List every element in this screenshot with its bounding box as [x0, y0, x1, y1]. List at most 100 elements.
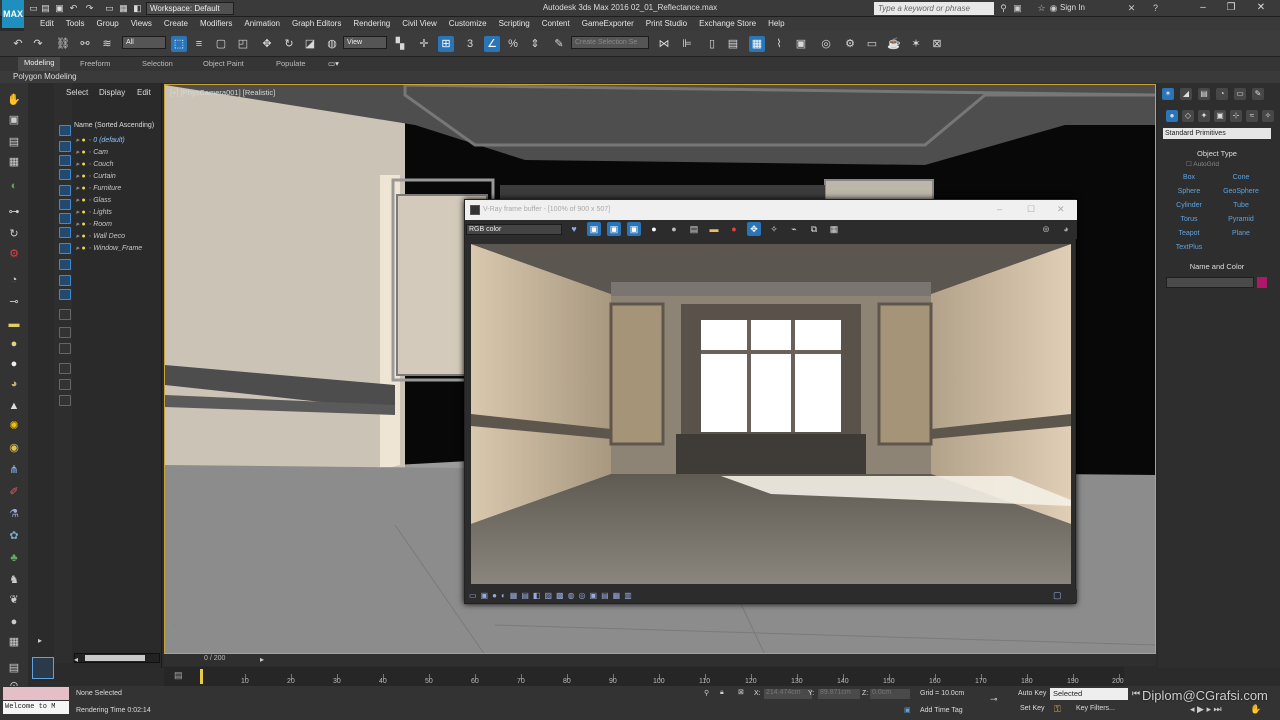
set-key-button[interactable]: Set Key — [1020, 705, 1045, 712]
sphere-button[interactable]: Sphere — [1164, 188, 1214, 195]
subscription-icon[interactable]: ▣ — [1012, 3, 1023, 13]
xrefs-filter-icon[interactable] — [59, 259, 71, 270]
plane-button[interactable]: Plane — [1216, 230, 1266, 237]
set-key-icon[interactable]: ⚿ — [1054, 704, 1061, 715]
material-editor-icon[interactable]: ◎ — [818, 36, 834, 52]
layer-explorer-toggle[interactable] — [32, 657, 54, 679]
helpers-icon[interactable]: ⊹ — [1230, 110, 1242, 122]
scene-explorer-toggle-icon[interactable]: ▦ — [749, 36, 765, 52]
copy-to-max-icon[interactable]: ⧉ — [807, 222, 821, 236]
sun-icon[interactable]: ✺ — [7, 419, 21, 433]
named-selection-dropdown[interactable]: Create Selection Se — [571, 36, 649, 49]
scrollbar-thumb[interactable] — [85, 655, 145, 661]
hierarchy-tab-icon[interactable]: ▤ — [1198, 88, 1210, 100]
exchange-icon[interactable]: ✕ — [1126, 3, 1137, 13]
viewport-nav-icon[interactable]: ✋ — [1250, 704, 1261, 715]
select-none-icon[interactable] — [59, 327, 71, 338]
absolute-mode-icon[interactable]: ⊠ — [738, 688, 744, 696]
minimize-icon[interactable]: – — [1196, 2, 1210, 14]
stop-render-icon[interactable]: ● — [727, 222, 741, 236]
workspace-dropdown[interactable]: Workspace: Default — [146, 2, 234, 15]
hierarchy-icon[interactable]: ▤ — [7, 135, 21, 149]
script-icon[interactable]: ▤ — [7, 661, 21, 675]
menu-customize[interactable]: Customize — [443, 17, 493, 31]
geometry-icon[interactable]: ● — [1166, 110, 1178, 122]
percent-snap-icon[interactable]: % — [505, 36, 521, 52]
menu-civil-view[interactable]: Civil View — [396, 17, 443, 31]
light-icon[interactable]: ◔ — [7, 273, 21, 287]
cone-icon[interactable]: ▲ — [7, 399, 21, 413]
object-color-swatch[interactable] — [1257, 277, 1267, 288]
menu-exchange-store[interactable]: Exchange Store — [693, 17, 762, 31]
render-production-icon[interactable]: ☕ — [886, 36, 902, 52]
menu-help[interactable]: Help — [762, 17, 790, 31]
keyboard-shortcut-icon[interactable]: ⊞ — [438, 36, 454, 52]
menu-views[interactable]: Views — [125, 17, 158, 31]
rendered-image[interactable] — [471, 244, 1071, 584]
brush-icon[interactable]: ✐ — [7, 485, 21, 499]
x-coordinate-field[interactable]: 214.474cm — [764, 689, 812, 699]
menu-tools[interactable]: Tools — [60, 17, 91, 31]
search-input[interactable]: Type a keyword or phrase — [874, 2, 994, 15]
angle-snap-icon[interactable]: ∠ — [484, 36, 500, 52]
key-mode-icon[interactable]: ⊸ — [990, 694, 998, 705]
menu-scripting[interactable]: Scripting — [493, 17, 536, 31]
scale-icon[interactable]: ◪ — [302, 36, 318, 52]
box-button[interactable]: Box — [1164, 174, 1214, 181]
add-time-tag[interactable]: Add Time Tag — [920, 707, 963, 714]
lights-filter-icon[interactable] — [59, 185, 71, 196]
teapot-icon[interactable]: ◕ — [7, 377, 21, 391]
tab-selection[interactable]: Selection — [142, 59, 173, 68]
select-manipulate-icon[interactable]: ✛ — [416, 36, 432, 52]
key-filters-button[interactable]: Key Filters... — [1076, 705, 1115, 712]
auto-key-button[interactable]: Auto Key — [1018, 690, 1046, 697]
object-type-header[interactable]: Object Type — [1163, 149, 1271, 159]
lock-selection-icon[interactable]: 🔒︎ — [720, 689, 724, 697]
layer-row[interactable]: ▸ ● ◦ Furniture — [76, 184, 162, 196]
create-panel-icon[interactable]: ✋ — [7, 93, 21, 107]
blue-channel-icon[interactable]: ▣ — [627, 222, 641, 236]
layer-row[interactable]: ▸ ● ◦ Room — [76, 220, 162, 232]
layer-row[interactable]: ▸ ● ◦ 0 (default) — [76, 136, 162, 148]
rotate-icon[interactable]: ↻ — [281, 36, 297, 52]
white-sphere-icon[interactable]: ● — [7, 357, 21, 371]
track-mouse-icon[interactable]: ✧ — [767, 222, 781, 236]
menu-content[interactable]: Content — [536, 17, 576, 31]
fire-icon[interactable]: ❦ — [7, 593, 21, 607]
vfb-title[interactable]: V-Ray frame buffer - [100% of 900 x 507] — [465, 200, 1077, 220]
grid-icon[interactable]: ▦ — [7, 635, 21, 649]
shapes-icon[interactable]: ◇ — [1182, 110, 1194, 122]
ribbon-options-icon[interactable]: ▭▾ — [328, 59, 339, 68]
vfb-minimize-icon[interactable]: – — [997, 204, 1002, 214]
help-icon[interactable]: ? — [1150, 3, 1161, 13]
trackbar-menu-icon[interactable]: ▤ — [174, 670, 183, 681]
time-tag-icon[interactable]: ▣ — [904, 706, 911, 714]
tab-modeling[interactable]: Modeling — [18, 57, 61, 71]
teapot-button[interactable]: Teapot — [1164, 230, 1214, 237]
rendered-frame-window-icon[interactable]: ▭ — [864, 36, 880, 52]
viewport-label[interactable]: [+] [PhysCamera001] [Realistic] — [170, 88, 275, 97]
vfb-color-correction-icons[interactable]: ▭▣●◐▦▤◧▨▩◍◎▣▤▦▥ — [469, 591, 636, 600]
render-setup-icon[interactable]: ⚙ — [842, 36, 858, 52]
ribbon-toggle-icon[interactable]: ▤ — [725, 36, 741, 52]
utilities-icon[interactable]: ⊶ — [7, 205, 21, 219]
explorer-edit-menu[interactable]: Edit — [137, 88, 151, 97]
selection-filter-dropdown[interactable]: All — [122, 36, 166, 49]
display-none-icon[interactable] — [59, 125, 71, 136]
menu-modifiers[interactable]: Modifiers — [194, 17, 238, 31]
teapot-render-icon[interactable]: ◕ — [1059, 222, 1073, 236]
align-icon[interactable]: ⊫ — [679, 36, 695, 52]
redo-icon[interactable]: ↷ — [30, 36, 46, 52]
menu-gameexporter[interactable]: GameExporter — [576, 17, 640, 31]
sync-selection-icon[interactable] — [59, 395, 71, 406]
window-crossing-icon[interactable]: ◰ — [235, 36, 251, 52]
close-icon[interactable]: ✕ — [1254, 2, 1268, 14]
modify-panel-icon[interactable]: ▣ — [7, 113, 21, 127]
green-channel-icon[interactable]: ▣ — [607, 222, 621, 236]
vfb-close-icon[interactable]: ✕ — [1057, 204, 1065, 215]
time-cursor[interactable] — [200, 669, 203, 684]
find-icon[interactable] — [59, 379, 71, 390]
rect-selection-icon[interactable]: ▢ — [213, 36, 229, 52]
app-logo[interactable]: MAX — [2, 0, 24, 28]
utilities-tab-icon[interactable]: ✎ — [1252, 88, 1264, 100]
